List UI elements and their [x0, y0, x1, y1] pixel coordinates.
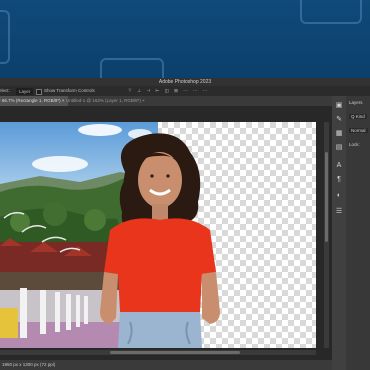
paragraph-icon[interactable]: ¶: [335, 176, 343, 184]
background-banner: [0, 0, 370, 92]
vertical-scroll-thumb[interactable]: [325, 152, 328, 242]
status-bar: 1950 px x 1300 px (72 ppi): [0, 360, 334, 370]
lock-label: Lock:: [349, 142, 360, 147]
paths-icon[interactable]: ☰: [335, 208, 343, 216]
select-dropdown[interactable]: Layer: [16, 87, 34, 95]
panel-icon-column: ▣ ✎ ▦ ▤ A ¶ ◐ ☰: [332, 96, 346, 370]
layers-tab[interactable]: Layers: [349, 100, 363, 105]
tab-rectangle[interactable]: @ 66.7% (Rectangle 1, RGB/8*) ×: [0, 96, 69, 106]
horizontal-scrollbar[interactable]: [0, 350, 316, 355]
document-tabs: @ 66.7% (Rectangle 1, RGB/8*) × Untitled…: [0, 96, 332, 106]
tab-untitled[interactable]: Untitled-1 @ 162% (Layer 1, RGB/8*) ×: [62, 96, 149, 106]
swatches-icon[interactable]: ▦: [335, 130, 343, 138]
decorative-shape: [0, 10, 10, 64]
document-canvas[interactable]: [0, 122, 316, 348]
layers-panel: Layers Q Kind Normal Lock:: [346, 96, 370, 370]
horizontal-scroll-thumb[interactable]: [110, 351, 240, 354]
properties-icon[interactable]: ▤: [335, 144, 343, 152]
woman-cutout[interactable]: [70, 122, 270, 348]
align-icons[interactable]: ⊤ ⊥ ⊣ ⊢ ◫ ⊞ ⋯ ⋯ ⋯: [128, 86, 209, 96]
photoshop-window: Adobe Photoshop 2023 Select: Layer Show …: [0, 78, 370, 370]
type-icon[interactable]: A: [335, 162, 343, 170]
options-bar: Select: Layer Show Transform Controls ⊤ …: [0, 86, 370, 96]
window-title: Adobe Photoshop 2023: [0, 78, 370, 86]
blend-mode-dropdown[interactable]: Normal: [349, 128, 368, 133]
history-icon[interactable]: ▣: [335, 102, 343, 110]
brush-settings-icon[interactable]: ✎: [335, 116, 343, 124]
vertical-scrollbar[interactable]: [324, 122, 329, 348]
kind-filter[interactable]: Q Kind: [349, 114, 367, 119]
select-label: Select:: [0, 88, 10, 93]
canvas-area[interactable]: [0, 106, 332, 360]
decorative-shape: [300, 0, 362, 24]
adjustments-icon[interactable]: ◐: [335, 192, 343, 200]
transform-controls-label: Show Transform Controls: [44, 88, 95, 93]
transform-checkbox[interactable]: [36, 89, 42, 95]
